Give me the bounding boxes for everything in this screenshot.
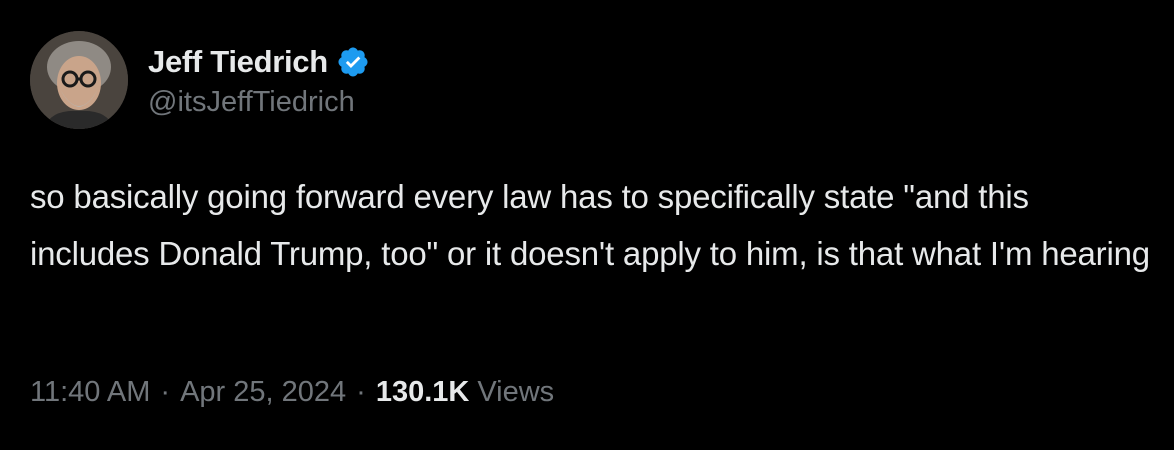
meta-separator: · <box>356 376 366 408</box>
avatar[interactable] <box>30 31 128 129</box>
tweet-date[interactable]: Apr 25, 2024 <box>180 376 346 409</box>
author-identity: Jeff Tiedrich @itsJeffTiedrich <box>148 42 370 119</box>
name-row: Jeff Tiedrich <box>148 42 370 82</box>
tweet-card: Jeff Tiedrich @itsJeffTiedrich so basica… <box>0 0 1174 450</box>
views-count[interactable]: 130.1K <box>376 376 470 409</box>
tweet-header: Jeff Tiedrich @itsJeffTiedrich <box>30 30 370 130</box>
avatar-photo-icon <box>30 31 128 129</box>
views-label: Views <box>477 376 555 408</box>
tweet-time[interactable]: 11:40 AM <box>30 376 150 409</box>
verified-badge-icon[interactable] <box>336 45 370 79</box>
display-name[interactable]: Jeff Tiedrich <box>148 44 328 80</box>
author-handle[interactable]: @itsJeffTiedrich <box>148 86 370 119</box>
tweet-meta: 11:40 AM · Apr 25, 2024 · 130.1K Views <box>30 376 554 409</box>
meta-separator: · <box>160 376 171 408</box>
tweet-text: so basically going forward every law has… <box>30 178 1150 272</box>
